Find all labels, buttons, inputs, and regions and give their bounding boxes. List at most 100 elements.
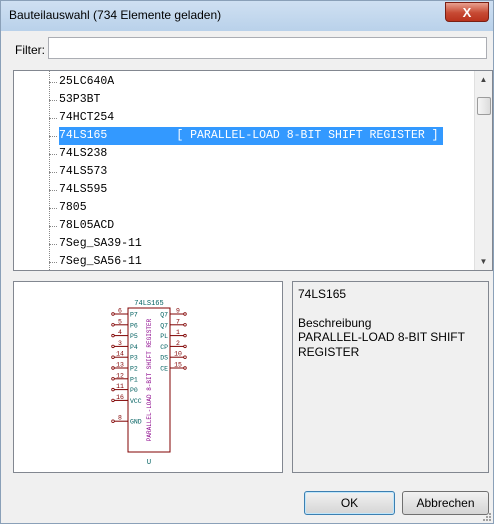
pin-end [183,312,187,316]
pin-name: CP [160,344,168,351]
tree-item[interactable]: 74LS595 [14,181,476,199]
tree-item[interactable]: 74HCT254 [14,109,476,127]
pin-number: 4 [118,329,122,336]
tree-item-label: 7Seg_SA56-11 [59,255,142,268]
cancel-button[interactable]: Abbrechen [402,491,489,515]
pin-name: PL [160,333,168,340]
pin-name: P2 [130,366,138,373]
pin-name: P5 [130,333,138,340]
scroll-down-icon[interactable]: ▼ [475,253,492,270]
pin-name: P3 [130,355,138,362]
pin-name: P4 [130,344,138,351]
tree-connector [49,208,57,209]
filter-label: Filter: [15,43,45,57]
tree-connector [49,118,57,119]
description-label: Beschreibung [298,316,372,330]
pin-number: 12 [116,372,124,379]
tree-item-label: 74LS595 [59,183,108,196]
dialog-window: Bauteilauswahl (734 Elemente geladen) X … [0,0,494,524]
tree-item[interactable]: 78L05ACD [14,217,476,235]
pin-end [183,344,187,349]
pin-number: 9 [176,308,180,315]
pin-name: P7 [130,312,138,319]
pin-number: 15 [174,362,182,369]
pin-number: 16 [116,394,124,401]
tree-connector [49,82,57,83]
tree-item[interactable]: 7Seg_SA56-11 [14,253,476,270]
pin-number: 11 [116,383,124,390]
description-text: PARALLEL-LOAD 8-BIT SHIFT REGISTER [298,330,465,359]
component-name: 74LS165 [298,287,347,301]
pin-end [111,312,115,316]
tree-connector [49,100,57,101]
pin-number: 1 [176,329,180,336]
pin-number: 10 [174,351,182,358]
tree-connector [49,190,57,191]
pin-end [111,323,115,327]
tree-item[interactable]: 74LS573 [14,163,476,181]
pin-number: 3 [118,340,122,347]
chip-description-label: PARALLEL-LOAD 8-BIT SHIFT REGISTER [146,318,153,441]
pin-number: 6 [118,308,122,315]
close-button[interactable]: X [445,2,489,22]
tree-connector [49,262,57,263]
schematic-symbol: 74LS165 U PARALLEL-LOAD 8-BIT SHIFT REGIST… [111,300,187,467]
tree-item-label: 7805 [59,201,87,214]
scroll-thumb[interactable] [477,97,491,115]
chip-ref-label: 74LS165 [134,300,163,308]
pin-end [183,323,187,327]
pin-name: CE [160,366,168,373]
pin-name: VCC [130,398,142,405]
tree-connector [49,244,57,245]
tree-item[interactable]: 7805 [14,199,476,217]
pin-name: P1 [130,376,138,383]
tree-item[interactable]: 7Seg_SA39-11 [14,235,476,253]
tree-scrollbar[interactable]: ▲ ▼ [474,71,492,270]
tree-item[interactable]: 74LS165 [ PARALLEL-LOAD 8-BIT SHIFT REGI… [14,127,476,145]
pin-name: DS [160,355,168,362]
tree-connector [49,136,57,137]
pin-end [183,355,187,359]
tree-connector [49,172,57,173]
pin-end [111,355,115,359]
pin-name: Q7 [160,322,168,329]
title-bar[interactable]: Bauteilauswahl (734 Elemente geladen) X [1,1,493,31]
tree-item-label: 74LS573 [59,165,108,178]
pin-end [111,377,115,381]
pin-number: 2 [176,340,180,347]
tree-item[interactable]: 74LS238 [14,145,476,163]
pin-number: 8 [118,415,122,422]
tree-item-label: 25LC640A [59,75,115,88]
pin-name: GND [130,419,142,426]
tree-connector [49,154,57,155]
tree-item[interactable]: 25LC640A [14,73,476,91]
chip-unit-label: U [147,459,151,467]
pin-name: P6 [130,322,138,329]
tree-item-label: 53P3BT [59,93,101,106]
pin-end [111,333,115,338]
ok-button[interactable]: OK [304,491,395,515]
pin-end [111,344,115,349]
pin-number: 5 [118,318,122,325]
tree-item-label: 78L05ACD [59,219,115,232]
tree-item[interactable]: 53P3BT [14,91,476,109]
resize-grip-icon[interactable] [481,511,491,521]
tree-item-label: 7Seg_SA39-11 [59,237,142,250]
window-title: Bauteilauswahl (734 Elemente geladen) [9,8,222,22]
tree-item-label: 74LS165 [ PARALLEL-LOAD 8-BIT SHIFT REGI… [59,127,443,145]
scroll-up-icon[interactable]: ▲ [475,71,492,88]
pin-number: 13 [116,362,124,369]
pin-end [111,366,115,370]
filter-input[interactable] [48,37,487,59]
symbol-preview: 74LS165 U PARALLEL-LOAD 8-BIT SHIFT REGIST… [13,281,283,473]
tree-connector [49,226,57,227]
pin-number: 14 [116,351,124,358]
tree-item-label: 74LS238 [59,147,108,160]
component-tree[interactable]: 25LC640A 53P3BT 74HCT254 74LS165 [ PARALLEL… [13,70,493,271]
pin-number: 7 [176,318,180,325]
pin-end [111,387,115,392]
close-icon: X [462,4,472,20]
pin-end [183,366,187,370]
pin-end [111,419,115,423]
tree-item-label: 74HCT254 [59,111,115,124]
